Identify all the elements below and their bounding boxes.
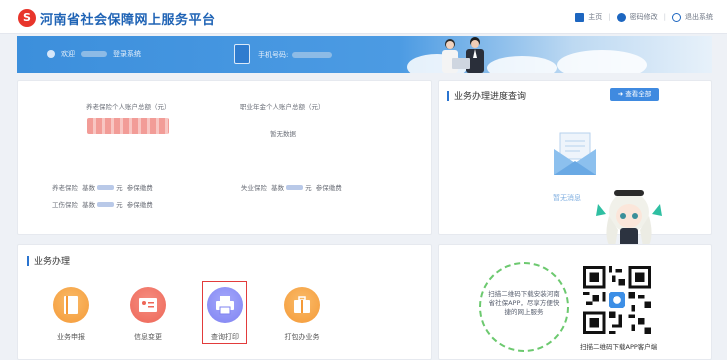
divider: | [608, 13, 611, 21]
phone-label: 手机号码: [258, 51, 289, 59]
user-icon [47, 50, 55, 58]
annuity-total-label: 职业年金个人账户总额（元） [240, 103, 325, 111]
phone-icon [234, 44, 250, 64]
status-label: 参保缴费 [315, 184, 342, 192]
package-business-label[interactable]: 打包办业务 [272, 332, 332, 342]
change-password-link[interactable]: 密码修改 [630, 12, 658, 22]
package-business-button[interactable] [284, 287, 320, 323]
briefcase-icon [294, 296, 310, 313]
info-change-label[interactable]: 信息变更 [118, 332, 178, 342]
injury-insurance-row: 工伤保险 基数 元 参保缴费 [52, 199, 153, 209]
header-links: 主页 | 密码修改 | 退出系统 [575, 12, 713, 22]
progress-title: 业务办理进度查询 [447, 89, 526, 102]
arrow-right-icon: ➜ [617, 90, 624, 98]
qr-caption: 扫描二维码下载APP客户端 [580, 343, 658, 351]
power-icon[interactable] [672, 12, 681, 22]
insurance-name: 失业保险 [241, 184, 267, 192]
qr-code-image[interactable] [583, 266, 651, 334]
redacted-phone [292, 52, 333, 58]
business-title: 业务办理 [27, 254, 70, 267]
unit-label: 元 [116, 184, 123, 192]
envelope-icon [554, 132, 596, 175]
welcome-prefix: 欢迎 [61, 50, 75, 58]
welcome-banner: 欢迎 登录系统 手机号码: [17, 36, 712, 73]
account-panel [17, 80, 432, 235]
id-card-icon [139, 298, 157, 312]
home-link[interactable]: 主页 [588, 12, 602, 22]
pension-total-value-redacted [87, 118, 169, 134]
business-people-image [442, 37, 484, 73]
redacted-base [286, 184, 304, 190]
status-label: 参保缴费 [126, 201, 153, 209]
unemployment-insurance-row: 失业保险 基数 元 参保缴费 [241, 182, 342, 192]
logout-link[interactable]: 退出系统 [685, 12, 713, 22]
insurance-name: 工伤保险 [52, 201, 78, 209]
pension-insurance-row: 养老保险 基数 元 参保缴费 [52, 182, 153, 192]
logo-icon: S [18, 9, 36, 27]
gear-icon[interactable] [616, 12, 626, 22]
selected-highlight [202, 281, 247, 344]
redacted-base [97, 184, 115, 190]
divider: | [663, 13, 666, 21]
pension-total-label: 养老保险个人账户总额（元） [86, 103, 171, 111]
qr-tip-text: 扫描二维码下载安装河南省社保APP，尽享方便快捷的网上服务 [488, 290, 560, 316]
top-header: S 河南省社会保障网上服务平台 主页 | 密码修改 | 退出系统 [0, 0, 727, 34]
business-declare-label[interactable]: 业务申报 [41, 332, 101, 342]
view-all-button[interactable]: ➜ 查看全部 [610, 88, 659, 101]
phone-number: 手机号码: [258, 50, 333, 60]
welcome-suffix: 登录系统 [113, 50, 141, 58]
view-all-label: 查看全部 [625, 90, 652, 98]
home-icon[interactable] [575, 12, 585, 22]
base-label: 基数 [82, 201, 96, 209]
unit-label: 元 [305, 184, 312, 192]
insurance-name: 养老保险 [52, 184, 78, 192]
annuity-total-value: 暂无数据 [270, 130, 296, 138]
welcome-text: 欢迎 登录系统 [47, 49, 141, 59]
empty-message: 暂无消息 [553, 194, 581, 202]
redacted-name [81, 51, 107, 57]
brand-title: 河南省社会保障网上服务平台 [40, 13, 216, 28]
info-change-button[interactable] [130, 287, 166, 323]
redacted-base [97, 201, 115, 207]
base-label: 基数 [82, 184, 96, 192]
book-icon [64, 296, 78, 314]
unit-label: 元 [116, 201, 123, 209]
base-label: 基数 [271, 184, 285, 192]
status-label: 参保缴费 [126, 184, 153, 192]
business-declare-button[interactable] [53, 287, 89, 323]
